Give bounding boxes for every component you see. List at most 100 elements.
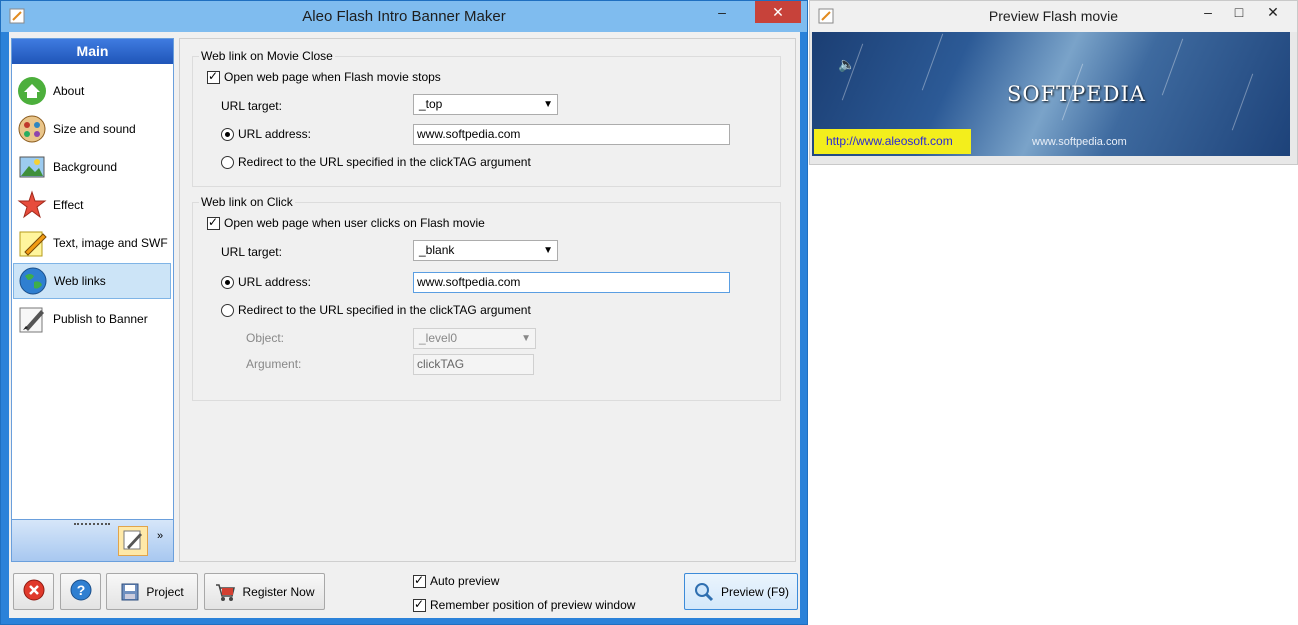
redirect-clicktag-radio[interactable]: Redirect to the URL specified in the cli… [221, 155, 531, 169]
main-window: Aleo Flash Intro Banner Maker ‒ ✕ Main A… [0, 0, 808, 625]
checkbox-box[interactable] [207, 69, 220, 84]
floppy-disk-icon [120, 582, 140, 602]
project-button-label: Project [146, 584, 184, 599]
banner-small-text: www.softpedia.com [1032, 136, 1127, 148]
checkbox-box[interactable] [413, 573, 426, 588]
preview-button[interactable]: Preview (F9) [684, 573, 798, 610]
checkbox-label: Open web page when Flash movie stops [224, 70, 441, 84]
shopping-cart-icon [214, 581, 236, 603]
sidebar-item-label: Text, image and SWF [53, 236, 168, 250]
minimize-button[interactable]: ‒ [707, 1, 737, 23]
sidebar-item-size-and-sound[interactable]: Size and sound [13, 111, 171, 147]
remember-position-checkbox[interactable]: Remember position of preview window [413, 597, 636, 612]
sidebar-item-label: About [53, 84, 85, 98]
radio-label: URL address: [238, 127, 311, 141]
close-button[interactable]: ✕ [755, 1, 801, 23]
preview-titlebar[interactable]: Preview Flash movie ‒ □ ✕ [810, 1, 1297, 32]
globe-icon [17, 265, 49, 297]
radio-label: Redirect to the URL specified in the cli… [238, 303, 531, 317]
magnifier-icon [693, 581, 715, 603]
sidebar-item-text-image-swf[interactable]: Text, image and SWF [13, 225, 171, 261]
preview-button-label: Preview (F9) [720, 584, 789, 599]
preview-maximize-button[interactable]: □ [1224, 1, 1254, 23]
checkbox-box[interactable] [207, 215, 220, 230]
url-target-label: URL target: [221, 245, 282, 259]
url-target-label: URL target: [221, 99, 282, 113]
chevron-down-icon: ▼ [543, 99, 553, 110]
sidebar-header: Main [12, 39, 173, 64]
open-on-click-checkbox[interactable]: Open web page when user clicks on Flash … [207, 215, 485, 230]
web-links-panel: Web link on Movie Close Open web page wh… [179, 38, 796, 562]
url-address-field[interactable]: www.softpedia.com [413, 124, 730, 145]
sidebar-item-web-links[interactable]: Web links [13, 263, 171, 299]
register-now-button[interactable]: Register Now [204, 573, 325, 610]
flash-banner-preview[interactable]: 🔈 SOFTPEDIA http://www.aleosoft.com www.… [812, 32, 1290, 156]
checkbox-box[interactable] [413, 597, 426, 612]
open-on-stop-checkbox[interactable]: Open web page when Flash movie stops [207, 69, 441, 84]
main-window-title: Aleo Flash Intro Banner Maker [302, 8, 506, 25]
url-address-radio[interactable]: URL address: [221, 127, 311, 141]
sidebar-item-label: Size and sound [53, 122, 136, 136]
banner-logo: SOFTPEDIA [1007, 82, 1146, 106]
url-address-radio[interactable]: URL address: [221, 275, 311, 289]
exit-button[interactable] [13, 573, 54, 610]
sidebar-item-publish-to-banner[interactable]: Publish to Banner [13, 301, 171, 337]
radio-dot[interactable] [221, 275, 234, 289]
register-now-label: Register Now [242, 584, 315, 599]
radio-dot[interactable] [221, 303, 234, 317]
sidebar-item-label: Background [53, 160, 118, 174]
auto-preview-checkbox[interactable]: Auto preview [413, 573, 500, 588]
sidebar-item-label: Publish to Banner [53, 312, 148, 326]
url-target-select[interactable]: _blank ▼ [413, 240, 558, 261]
url-target-value: _blank [419, 243, 455, 257]
project-button[interactable]: Project [106, 573, 198, 610]
movie-close-group-title: Web link on Movie Close [199, 49, 335, 63]
help-button[interactable]: ? [60, 573, 101, 610]
rain-streak [921, 33, 944, 91]
on-click-group: Web link on Click Open web page when use… [192, 195, 781, 401]
object-select[interactable]: _level0 ▼ [413, 328, 536, 349]
sound-icon[interactable]: 🔈 [838, 56, 855, 73]
brush-pen-icon [122, 529, 144, 554]
movie-close-group: Web link on Movie Close Open web page wh… [192, 49, 781, 187]
radio-label: Redirect to the URL specified in the cli… [238, 155, 531, 169]
picture-icon [16, 151, 48, 183]
main-client-area: Main About Size and sound Background Eff… [9, 32, 800, 618]
sidebar-more-button[interactable]: » [157, 530, 163, 542]
sidebar-footer: » [12, 519, 173, 561]
object-label: Object: [246, 331, 285, 345]
brush-pen-icon [16, 303, 48, 335]
help-icon: ? [70, 579, 92, 604]
star-burst-icon [16, 189, 48, 221]
checkbox-label: Remember position of preview window [430, 598, 636, 612]
argument-field[interactable]: clickTAG [413, 354, 534, 375]
banner-link[interactable]: http://www.aleosoft.com [814, 129, 971, 154]
sidebar-resize-grip[interactable] [74, 523, 110, 526]
preview-window: Preview Flash movie ‒ □ ✕ 🔈 SOFTPEDIA ht… [809, 0, 1298, 165]
sidebar-item-background[interactable]: Background [13, 149, 171, 185]
radio-dot[interactable] [221, 155, 234, 169]
chevron-down-icon: ▼ [521, 333, 531, 344]
sidebar-item-effect[interactable]: Effect [13, 187, 171, 223]
rain-streak [1161, 38, 1184, 96]
preview-close-button[interactable]: ✕ [1258, 1, 1288, 23]
publish-shortcut-button[interactable] [118, 526, 148, 556]
radio-label: URL address: [238, 275, 311, 289]
url-address-field[interactable]: www.softpedia.com [413, 272, 730, 293]
url-target-select[interactable]: _top ▼ [413, 94, 558, 115]
radio-dot[interactable] [221, 127, 234, 141]
sidebar-item-about[interactable]: About [13, 73, 171, 109]
sidebar-item-label: Web links [54, 274, 106, 288]
film-reel-icon [16, 113, 48, 145]
rain-streak [1231, 73, 1254, 131]
url-target-value: _top [419, 97, 443, 111]
main-titlebar[interactable]: Aleo Flash Intro Banner Maker ‒ ✕ [1, 1, 807, 32]
checkbox-label: Open web page when user clicks on Flash … [224, 216, 485, 230]
pencil-note-icon [16, 227, 48, 259]
argument-label: Argument: [246, 357, 302, 371]
sidebar-item-label: Effect [53, 198, 84, 212]
redirect-clicktag-radio[interactable]: Redirect to the URL specified in the cli… [221, 303, 531, 317]
checkbox-label: Auto preview [430, 574, 500, 588]
preview-minimize-button[interactable]: ‒ [1193, 1, 1223, 23]
chevron-down-icon: ▼ [543, 245, 553, 256]
